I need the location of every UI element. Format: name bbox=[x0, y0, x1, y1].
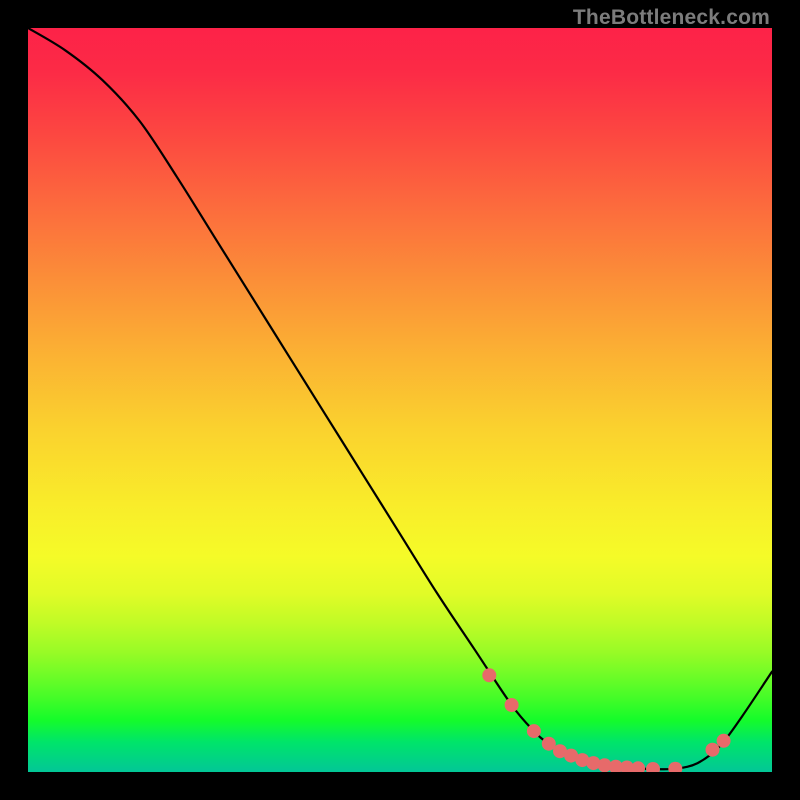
highlight-dots bbox=[482, 668, 730, 772]
highlight-dot bbox=[706, 743, 720, 757]
highlight-dot bbox=[646, 762, 660, 772]
bottleneck-curve bbox=[28, 28, 772, 769]
chart-frame: TheBottleneck.com bbox=[0, 0, 800, 800]
curve-layer bbox=[28, 28, 772, 772]
highlight-dot bbox=[482, 668, 496, 682]
brand-label: TheBottleneck.com bbox=[573, 6, 770, 30]
highlight-dot bbox=[631, 761, 645, 772]
highlight-dot bbox=[505, 698, 519, 712]
highlight-dot bbox=[668, 762, 682, 772]
highlight-dot bbox=[527, 724, 541, 738]
highlight-dot bbox=[717, 734, 731, 748]
plot-area bbox=[28, 28, 772, 772]
